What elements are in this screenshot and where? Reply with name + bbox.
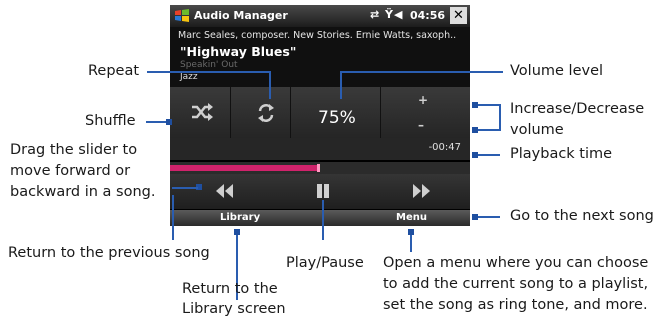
callout-line-previous-song — [172, 195, 174, 240]
artist-line: Marc Seales, composer. New Stories. Erni… — [178, 30, 457, 41]
label-increase-decrease-2: volume — [510, 122, 564, 138]
song-info: Marc Seales, composer. New Stories. Erni… — [170, 27, 470, 87]
label-playback-time: Playback time — [510, 146, 613, 162]
title-bar: Audio Manager ⇄ Ÿ◀ 04:56 ✕ — [170, 5, 470, 27]
progress-fill — [170, 165, 320, 171]
callout-line-repeat-drop — [269, 71, 271, 99]
volume-level: 75% — [318, 108, 356, 128]
volume-plus-button[interactable]: + — [418, 93, 428, 107]
label-repeat: Repeat — [88, 63, 140, 79]
library-softkey[interactable]: Library — [220, 212, 260, 223]
label-increase-decrease-1: Increase/Decrease — [510, 101, 645, 117]
genre: Jazz — [180, 72, 198, 82]
callout-marker-playback-time — [472, 152, 478, 158]
label-shuffle: Shuffle — [85, 113, 136, 129]
volume-minus-button[interactable]: – — [418, 118, 424, 132]
callout-marker-volume-up — [472, 102, 478, 108]
callout-marker-menu — [408, 229, 414, 235]
audio-manager-screen: Audio Manager ⇄ Ÿ◀ 04:56 ✕ Marc Seales, … — [170, 5, 470, 226]
callout-line-volume-drop — [340, 71, 342, 99]
label-library-1: Return to the — [182, 281, 278, 297]
playback-time: -00:47 — [428, 142, 461, 153]
label-menu-1: Open a menu where you can choose — [383, 255, 649, 271]
time-row: -00:47 — [170, 138, 470, 160]
callout-marker-shuffle — [166, 119, 172, 125]
callout-line-shuffle — [146, 121, 168, 123]
label-slider-3: backward in a song. — [10, 184, 156, 200]
shuffle-icon — [192, 103, 213, 121]
label-library-2: Library screen — [182, 301, 286, 317]
close-button[interactable]: ✕ — [450, 7, 467, 24]
next-song-icon[interactable] — [410, 183, 432, 199]
windows-start-icon[interactable] — [174, 8, 190, 24]
callout-marker-library — [234, 229, 240, 235]
callout-line-volume — [340, 71, 503, 73]
repeat-icon — [258, 104, 274, 122]
slider-handle[interactable] — [317, 164, 320, 172]
callout-marker-next-song — [472, 214, 478, 220]
label-menu-2: to add the current song to a playlist, — [383, 276, 649, 292]
callout-marker-volume-down — [472, 127, 478, 133]
callout-line-menu — [410, 232, 412, 252]
progress-slider[interactable] — [170, 162, 470, 174]
label-next-song: Go to the next song — [510, 208, 654, 224]
label-menu-3: set the song as ring tone, and more. — [383, 297, 648, 313]
label-previous-song: Return to the previous song — [8, 245, 210, 261]
label-slider-2: move forward or — [10, 163, 131, 179]
callout-line-volume-bracket — [499, 104, 501, 131]
pause-divider — [322, 184, 324, 198]
callout-line-previous-horizontal — [172, 187, 198, 189]
callout-line-repeat — [147, 71, 270, 73]
status-icons: ⇄ Ÿ◀ — [370, 8, 404, 21]
callout-line-play-pause — [322, 200, 324, 240]
song-title: "Highway Blues" — [180, 44, 297, 59]
label-play-pause: Play/Pause — [286, 255, 364, 271]
menu-softkey[interactable]: Menu — [396, 212, 427, 223]
clock: 04:56 — [410, 9, 446, 22]
previous-song-icon[interactable] — [214, 183, 236, 199]
label-slider-1: Drag the slider to — [10, 142, 138, 158]
app-title: Audio Manager — [194, 9, 288, 22]
label-volume-level: Volume level — [510, 63, 604, 79]
album-name: Speakin' Out — [180, 60, 238, 70]
